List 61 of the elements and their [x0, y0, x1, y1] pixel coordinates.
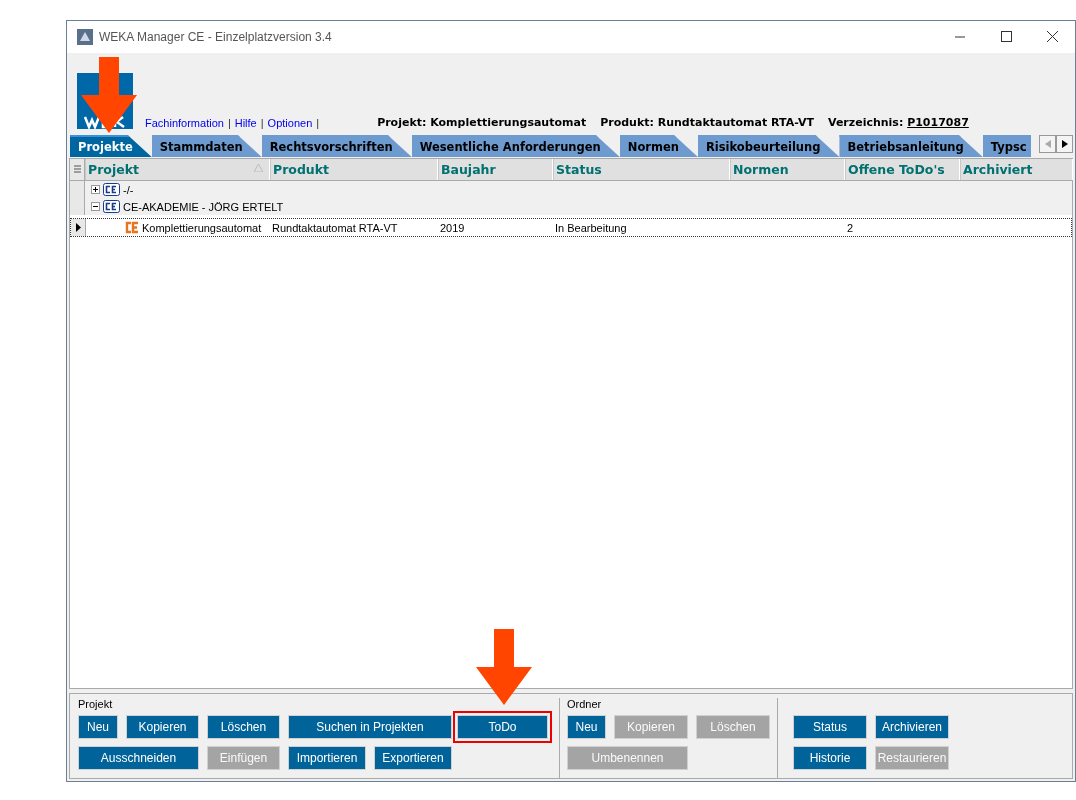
- group-title: Ordner: [567, 698, 603, 712]
- action-button[interactable]: Exportieren: [374, 746, 452, 770]
- tab[interactable]: Typsc: [982, 135, 1031, 157]
- expand-icon[interactable]: [91, 185, 100, 194]
- action-button[interactable]: Löschen: [207, 715, 280, 739]
- column-header[interactable]: Normen: [730, 159, 845, 180]
- app-icon: [77, 29, 93, 45]
- row-header-cell[interactable]: [70, 181, 85, 198]
- window-title: WEKA Manager CE - Einzelplatzversion 3.4: [99, 30, 332, 44]
- header-link[interactable]: Hilfe: [234, 117, 257, 129]
- tab[interactable]: Normen: [619, 135, 698, 157]
- tab[interactable]: Wesentliche Anforderungen: [411, 135, 620, 157]
- tab[interactable]: Rechtsvorschriften: [261, 135, 412, 157]
- action-button[interactable]: Archivieren: [875, 715, 949, 739]
- header-link[interactable]: Optionen: [267, 117, 313, 129]
- collapse-icon[interactable]: [91, 202, 100, 211]
- column-header[interactable]: Projekt: [85, 159, 270, 180]
- action-button[interactable]: Suchen in Projekten: [288, 715, 452, 739]
- tab[interactable]: Betriebsanleitung: [839, 135, 983, 157]
- column-header[interactable]: Offene ToDo's: [845, 159, 960, 180]
- group-title: Projekt: [78, 698, 114, 712]
- folder-icon: [103, 183, 120, 196]
- tab[interactable]: Projekte: [70, 135, 152, 157]
- table-row[interactable]: Komplettierungsautomat Rundtaktautomat RTA-VT 2019 In Bearbeitung 2: [70, 218, 1072, 237]
- pipe-character: |: [260, 117, 264, 129]
- tree-item-label[interactable]: CE-AKADEMIE - JÖRG ERTELT: [123, 200, 284, 213]
- tab[interactable]: Stammdaten: [151, 135, 262, 157]
- pipe-character: |: [316, 117, 320, 129]
- column-header[interactable]: Produkt: [270, 159, 438, 180]
- table-cell-text: Rundtaktautomat RTA-VT: [271, 221, 399, 234]
- info-label: Produkt:: [600, 116, 654, 129]
- column-header[interactable]: Baujahr: [438, 159, 553, 180]
- action-button[interactable]: Historie: [793, 746, 867, 770]
- header-link[interactable]: Fachinformation: [145, 117, 224, 129]
- scroll-right-icon[interactable]: [1056, 135, 1073, 153]
- row-header-cell[interactable]: [70, 198, 85, 215]
- action-button[interactable]: Ausschneiden: [78, 746, 199, 770]
- action-button[interactable]: Kopieren: [126, 715, 199, 739]
- action-button[interactable]: Neu: [78, 715, 118, 739]
- table-cell-text: 2019: [439, 221, 466, 234]
- info-label: Verzeichnis:: [827, 116, 904, 129]
- table-cell-text: Komplettierungsautomat: [142, 221, 263, 234]
- table-cell-text: In Bearbeitung: [554, 221, 628, 234]
- info-label: Projekt:: [377, 116, 427, 129]
- table-cell-text: 2: [846, 221, 855, 234]
- info-value: Rundtaktautomat RTA-VT: [657, 116, 814, 129]
- column-header[interactable]: Status: [553, 159, 730, 180]
- action-button[interactable]: Importieren: [288, 746, 366, 770]
- folder-icon: [103, 200, 120, 213]
- column-chooser-icon[interactable]: [73, 165, 81, 174]
- project-icon: [124, 221, 140, 234]
- row-pointer-icon: [75, 223, 81, 232]
- action-button[interactable]: Neu: [567, 715, 606, 739]
- action-button[interactable]: Status: [793, 715, 867, 739]
- row-header-cell[interactable]: [71, 219, 86, 236]
- folder-link[interactable]: P1017087: [907, 116, 969, 129]
- tab[interactable]: Risikobeurteilung: [697, 135, 840, 157]
- tree-item-label[interactable]: -/-: [123, 183, 134, 196]
- info-value: Komplettierungsautomat: [430, 116, 587, 129]
- column-header[interactable]: Archiviert: [960, 159, 1073, 180]
- pipe-character: |: [227, 117, 231, 129]
